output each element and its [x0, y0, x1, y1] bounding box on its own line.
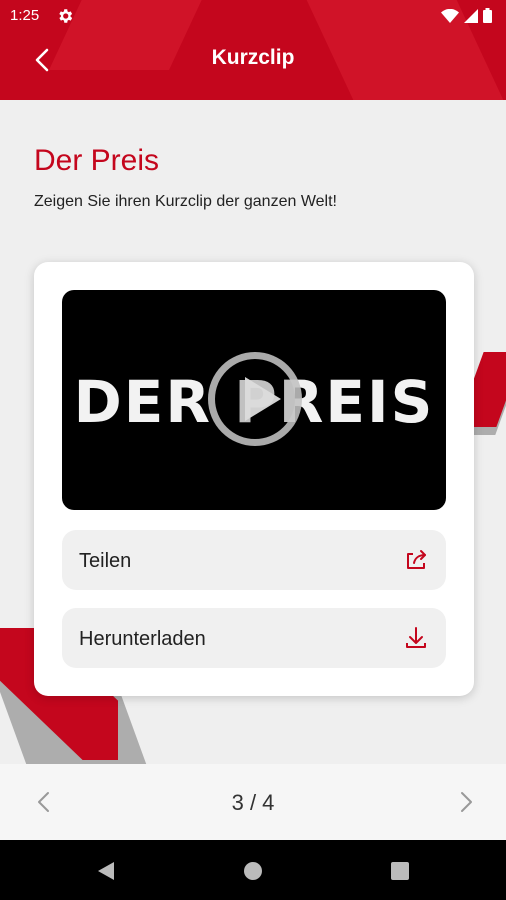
download-icon — [406, 627, 426, 648]
system-recents-icon[interactable] — [390, 860, 410, 882]
share-label: Teilen — [79, 550, 132, 572]
battery-icon — [483, 8, 492, 23]
toolbar-title: Kurzclip — [211, 46, 295, 69]
pagination-bar: 3 / 4 — [0, 764, 506, 840]
page-subtitle: Zeigen Sie ihren Kurzclip der ganzen Wel… — [34, 193, 337, 210]
clip-card: DER PREIS Teilen Herunterladen — [34, 262, 474, 696]
signal-icon — [464, 8, 478, 23]
status-time: 1:25 — [10, 7, 40, 24]
share-icon — [407, 550, 426, 569]
page-indicator: 3 / 4 — [231, 790, 275, 815]
page-title: Der Preis — [34, 144, 160, 177]
toolbar: Kurzclip — [0, 32, 506, 88]
share-button[interactable]: Teilen — [62, 530, 446, 590]
download-label: Herunterladen — [79, 628, 206, 650]
status-bar: 1:25 — [0, 0, 506, 32]
chevron-right-icon[interactable] — [452, 788, 480, 816]
system-home-icon[interactable] — [243, 860, 263, 882]
system-back-icon[interactable] — [96, 860, 116, 882]
wifi-icon — [441, 8, 459, 23]
settings-gear-icon — [59, 9, 73, 23]
play-button[interactable] — [208, 352, 302, 446]
play-icon — [245, 377, 281, 421]
system-navigation-bar — [0, 840, 506, 900]
download-button[interactable]: Herunterladen — [62, 608, 446, 668]
status-icons — [441, 8, 492, 23]
video-player[interactable]: DER PREIS — [62, 290, 446, 510]
